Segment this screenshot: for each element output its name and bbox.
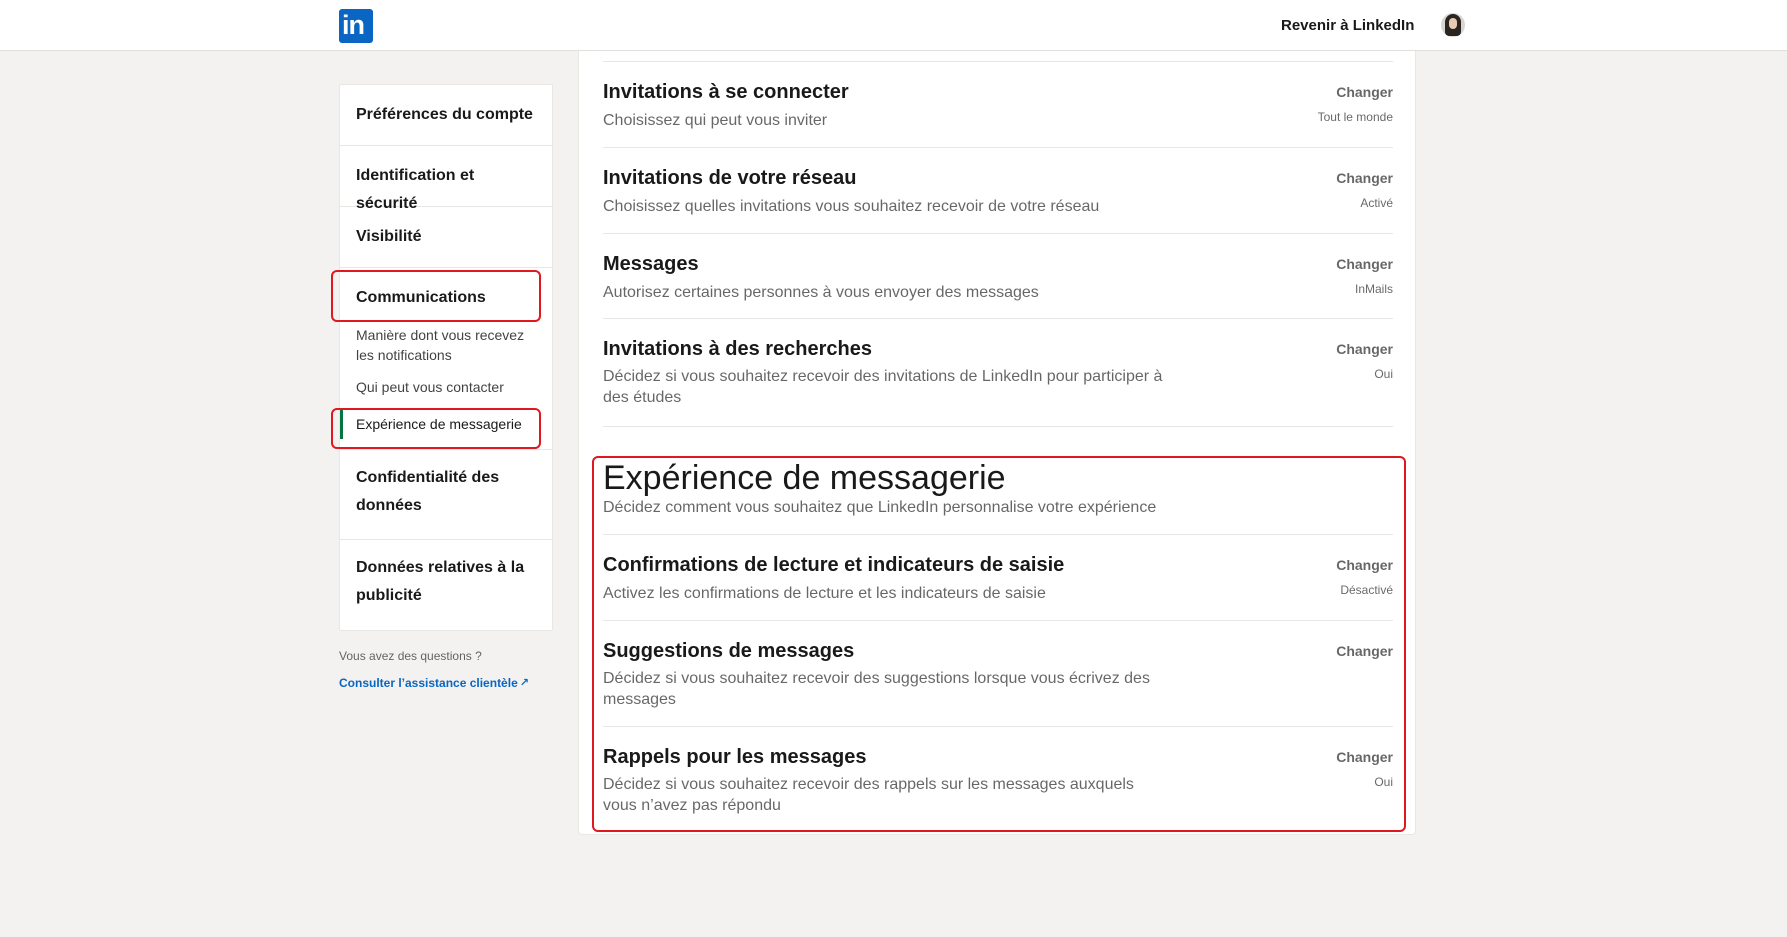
row-value: Tout le monde [1317,110,1393,124]
settings-row: Invitations à se connecter Choisissez qu… [603,61,1393,148]
help-question: Vous avez des questions ? [339,649,482,663]
sidebar-item-sign-in-security[interactable]: Identification et sécurité [340,146,552,212]
sidebar-item-data-privacy[interactable]: Confidentialité des données [340,450,552,540]
avatar-face [1449,18,1457,29]
row-description: Choisissez qui peut vous inviter [603,112,828,129]
settings-row: Invitations à des recherches Décidez si … [603,319,1393,427]
row-title: Suggestions de messages [603,640,855,662]
sidebar-item-communications[interactable]: Communications [340,268,552,325]
change-button[interactable]: Changer [1336,170,1393,186]
row-description: Décidez si vous souhaitez recevoir des r… [603,776,1134,814]
row-value: Désactivé [1340,583,1393,597]
communications-group: Communications Manière dont vous recevez… [340,268,552,450]
avatar[interactable] [1441,13,1465,37]
row-title: Messages [603,253,699,275]
row-value: Oui [1374,775,1393,789]
row-title: Invitations à des recherches [603,338,873,360]
change-button[interactable]: Changer [1336,84,1393,100]
sidebar-subitem-who-can-reach-you[interactable]: Qui peut vous contacter [340,377,552,397]
sidebar-item-account-preferences[interactable]: Préférences du compte [340,85,552,146]
row-title: Invitations à se connecter [603,81,849,103]
row-value: Oui [1374,367,1393,381]
row-title: Invitations de votre réseau [603,167,857,189]
change-button[interactable]: Changer [1336,749,1393,765]
row-value: Activé [1360,196,1393,210]
sidebar-subitem-messaging-experience[interactable]: Expérience de messagerie [340,409,552,439]
row-title: Confirmations de lecture et indicateurs … [603,554,1065,576]
settings-row: Rappels pour les messages Décidez si vou… [603,727,1393,827]
change-button[interactable]: Changer [1336,557,1393,573]
settings-main-panel: Invitations à se connecter Choisissez qu… [578,51,1416,835]
settings-row: Suggestions de messages Décidez si vous … [603,621,1393,727]
sidebar-item-advertising-data[interactable]: Données relatives à la publicité [340,540,552,630]
row-description: Décidez si vous souhaitez recevoir des i… [603,368,1163,406]
back-to-linkedin-link[interactable]: Revenir à LinkedIn [1281,17,1414,34]
change-button[interactable]: Changer [1336,341,1393,357]
row-value: InMails [1354,282,1393,296]
logo-text: in [342,10,365,40]
row-description: Activez les confirmations de lecture et … [603,585,1046,602]
change-button[interactable]: Changer [1336,256,1393,272]
change-button[interactable]: Changer [1336,643,1393,659]
settings-nav: Préférences du compte Identification et … [339,84,553,631]
external-link-icon: ↗ [519,677,529,689]
row-description: Choisissez quelles invitations vous souh… [603,198,1100,215]
row-title: Rappels pour les messages [603,746,867,768]
settings-sidebar: Préférences du compte Identification et … [339,84,553,692]
linkedin-logo-icon[interactable]: in [339,9,373,43]
settings-row: Confirmations de lecture et indicateurs … [603,534,1393,621]
settings-row: Invitations de votre réseau Choisissez q… [603,148,1393,234]
customer-support-link[interactable]: Consulter l’assistance clientèle ↗ [339,676,529,690]
top-bar: in Revenir à LinkedIn [0,0,1787,51]
row-description: Décidez si vous souhaitez recevoir des s… [603,670,1150,708]
row-description: Autorisez certaines personnes à vous env… [603,284,1039,301]
section-description: Décidez comment vous souhaitez que Linke… [603,499,1157,516]
customer-support-label: Consulter l’assistance clientèle [339,676,518,690]
section-title: Expérience de messagerie [603,459,1006,497]
sidebar-subitem-notifications[interactable]: Manière dont vous recevez les notificati… [340,325,552,365]
settings-row: Messages Autorisez certaines personnes à… [603,234,1393,319]
